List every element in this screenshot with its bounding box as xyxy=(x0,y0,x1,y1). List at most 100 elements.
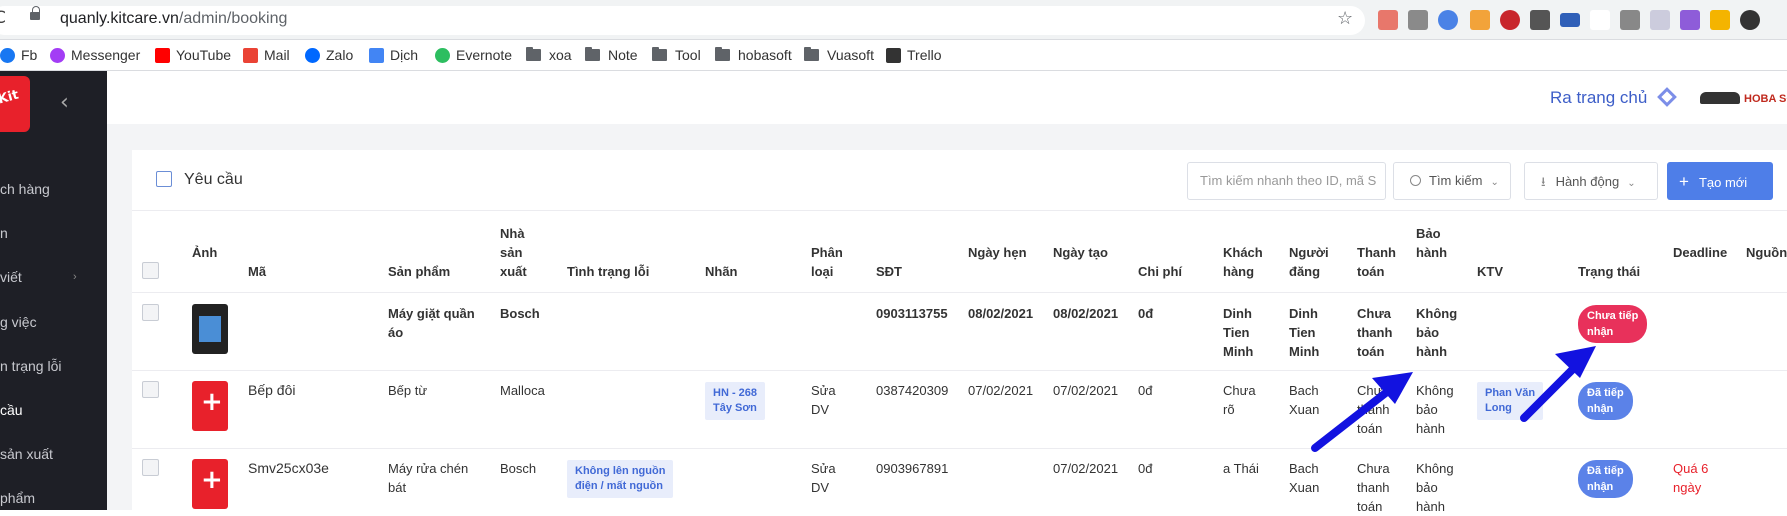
bookmark-star-icon[interactable]: ☆ xyxy=(1337,8,1353,29)
bookmark-label: Evernote xyxy=(456,47,513,63)
col-header-khach-2[interactable]: hàng xyxy=(1223,262,1254,281)
col-header-ngay-tao[interactable]: Ngày tạo xyxy=(1053,243,1108,262)
col-header-nhan[interactable]: Nhãn xyxy=(705,262,738,281)
status-badge-received[interactable]: Đã tiếp nhận xyxy=(1578,460,1633,498)
extension-pen-icon[interactable] xyxy=(1680,10,1700,30)
row-chi-phi: 0đ xyxy=(1138,306,1154,321)
messenger-icon xyxy=(50,48,65,63)
bookmark-fb[interactable]: Fb xyxy=(0,47,37,63)
extension-gear-icon[interactable] xyxy=(1408,10,1428,30)
col-header-nguoi-dang-1[interactable]: Người xyxy=(1289,243,1329,262)
extension-zip-icon[interactable] xyxy=(1560,13,1580,27)
status-badge-received[interactable]: Đã tiếp nhận xyxy=(1578,382,1633,420)
row-nguoi-dang-3: Minh xyxy=(1289,344,1320,359)
row-checkbox[interactable] xyxy=(142,459,159,476)
product-image[interactable] xyxy=(192,381,228,431)
bookmark-folder-vuasoft[interactable]: Vuasoft xyxy=(804,47,874,63)
sidebar-item-manufacturers[interactable]: sản xuất xyxy=(0,446,53,462)
bookmark-evernote[interactable]: Evernote xyxy=(435,47,512,63)
reload-icon[interactable]: C xyxy=(0,8,6,28)
create-button[interactable]: + Tạo mới xyxy=(1667,162,1773,200)
row-chi-phi: 0đ xyxy=(1138,461,1153,476)
bookmark-label: xoa xyxy=(549,47,572,63)
sidebar-item-customers[interactable]: ch hàng xyxy=(0,181,50,197)
sidebar-item-2[interactable]: n xyxy=(0,225,8,241)
col-header-tinh-trang[interactable]: Tình trạng lỗi xyxy=(567,262,649,281)
action-button[interactable]: ⭳ Hành động ⌄ xyxy=(1524,162,1658,200)
bookmark-messenger[interactable]: Messenger xyxy=(50,47,140,63)
row-checkbox[interactable] xyxy=(142,304,159,321)
sidebar-item-tasks[interactable]: g việc xyxy=(0,314,37,330)
col-header-nguoi-dang-2[interactable]: đăng xyxy=(1289,262,1320,281)
bookmark-folder-note[interactable]: Note xyxy=(585,47,638,63)
extension-translate-icon[interactable] xyxy=(1438,10,1458,30)
col-header-nha-sx-2[interactable]: sản xyxy=(500,243,522,262)
col-header-nha-sx-1[interactable]: Nhà xyxy=(500,224,525,243)
lock-icon[interactable] xyxy=(30,6,40,20)
extension-scissors-icon[interactable] xyxy=(1530,10,1550,30)
extension-record-icon[interactable] xyxy=(1378,10,1398,30)
col-header-nha-sx-3[interactable]: xuất xyxy=(500,262,527,281)
bookmark-label: Note xyxy=(608,47,638,63)
status-line-1: Chưa tiếp xyxy=(1587,310,1639,322)
row-phan-loai: Sửa xyxy=(811,461,836,476)
row-sdt: 0387420309 xyxy=(876,383,949,398)
col-header-san-pham[interactable]: Sản phẩm xyxy=(388,262,450,281)
search-button[interactable]: Tìm kiếm ⌄ xyxy=(1393,162,1511,200)
extension-orange-icon[interactable] xyxy=(1470,10,1490,30)
quick-search-input[interactable]: Tìm kiếm nhanh theo ID, mã S xyxy=(1187,162,1386,200)
profile-avatar-icon[interactable] xyxy=(1740,10,1760,30)
col-header-sdt[interactable]: SĐT xyxy=(876,262,902,281)
collapse-sidebar-icon[interactable]: ‹ xyxy=(60,90,69,115)
kitcare-logo[interactable]: Kit xyxy=(0,76,30,132)
row-ma[interactable]: Bếp đôi xyxy=(248,381,295,400)
sidebar-item-products[interactable]: phẩm xyxy=(0,490,35,506)
col-header-trang-thai[interactable]: Trạng thái xyxy=(1578,262,1640,281)
home-link[interactable]: Ra trang chủ xyxy=(1550,88,1647,108)
chevron-down-icon: ⌄ xyxy=(1627,178,1636,189)
row-san-pham-2: áo xyxy=(388,325,404,340)
col-header-anh[interactable]: Ảnh xyxy=(192,243,217,262)
document-icon xyxy=(156,171,172,187)
bookmark-youtube[interactable]: YouTube xyxy=(155,47,231,63)
bookmark-dich[interactable]: Dịch xyxy=(369,47,418,63)
bookmark-zalo[interactable]: Zalo xyxy=(305,47,353,63)
col-header-phan-loai-1[interactable]: Phân xyxy=(811,243,843,262)
technician-tag[interactable]: Phan Văn Long xyxy=(1477,382,1544,420)
extension-bell-icon[interactable] xyxy=(1710,10,1730,30)
bookmark-mail[interactable]: Mail xyxy=(243,47,290,63)
row-san-pham: Máy giặt quần xyxy=(388,306,475,321)
bookmark-folder-xoa[interactable]: xoa xyxy=(526,47,572,63)
col-header-ma[interactable]: Mã xyxy=(248,262,266,281)
col-header-thanh-toan-2[interactable]: toán xyxy=(1357,262,1384,281)
bookmark-trello[interactable]: Trello xyxy=(886,47,942,63)
col-header-khach-1[interactable]: Khách xyxy=(1223,243,1263,262)
extension-brackets-icon[interactable] xyxy=(1590,10,1610,30)
row-ma[interactable]: Smv25cx03e xyxy=(248,459,329,478)
col-header-nguon[interactable]: Nguồn xyxy=(1746,243,1787,262)
sidebar-item-error-status[interactable]: n trạng lỗi xyxy=(0,358,61,374)
url-text[interactable]: quanly.kitcare.vn/admin/booking xyxy=(60,10,287,28)
col-header-chi-phi[interactable]: Chi phí xyxy=(1138,262,1182,281)
row-checkbox[interactable] xyxy=(142,381,159,398)
row-phan-loai-2: DV xyxy=(811,480,830,495)
extension-camera-icon[interactable] xyxy=(1620,10,1640,30)
col-header-bao-hanh-2[interactable]: hành xyxy=(1416,243,1447,262)
col-header-ktv[interactable]: KTV xyxy=(1477,262,1503,281)
product-image[interactable] xyxy=(192,304,228,354)
col-header-deadline[interactable]: Deadline xyxy=(1673,243,1727,262)
product-image[interactable] xyxy=(192,459,228,509)
bookmark-folder-hobasoft[interactable]: hobasoft xyxy=(715,47,792,63)
bookmark-folder-tool[interactable]: Tool xyxy=(652,47,701,63)
sidebar-item-posts[interactable]: viết xyxy=(0,269,22,285)
status-line-1: Đã tiếp xyxy=(1587,387,1624,399)
col-header-bao-hanh-1[interactable]: Bảo xyxy=(1416,224,1441,243)
select-all-checkbox[interactable] xyxy=(142,262,159,279)
col-header-thanh-toan-1[interactable]: Thanh xyxy=(1357,243,1396,262)
status-badge-new[interactable]: Chưa tiếp nhận xyxy=(1578,305,1648,343)
extension-blog-icon[interactable] xyxy=(1650,10,1670,30)
col-header-phan-loai-2[interactable]: loại xyxy=(811,262,833,281)
sidebar-item-requests[interactable]: cầu xyxy=(0,402,23,418)
extension-red-gear-icon[interactable] xyxy=(1500,10,1520,30)
col-header-ngay-hen[interactable]: Ngày hẹn xyxy=(968,243,1027,262)
